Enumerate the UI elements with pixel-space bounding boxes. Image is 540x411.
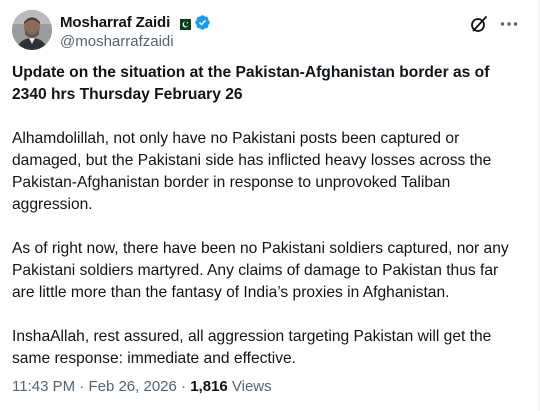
grok-icon[interactable] [469, 14, 489, 34]
display-name[interactable]: Mosharraf Zaidi [60, 14, 170, 31]
name-row: Mosharraf Zaidi [60, 12, 211, 32]
tweet-date[interactable]: Feb 26, 2026 [88, 378, 176, 395]
author-identity: Mosharraf Zaidi @mosharrafzaidi [60, 12, 211, 50]
header-actions [469, 14, 519, 34]
views-label: Views [227, 378, 272, 395]
handle[interactable]: @mosharrafzaidi [60, 33, 211, 50]
tweet-paragraph: InshaAllah, rest assured, all aggression… [12, 328, 492, 367]
tweet-time[interactable]: 11:43 PM [12, 378, 75, 395]
tweet-paragraph: As of right now, there have been no Paki… [12, 240, 509, 301]
tweet-meta: 11:43 PM · Feb 26, 2026 · 1,816 Views [12, 378, 272, 395]
verified-badge-icon[interactable] [194, 14, 211, 31]
tweet-heading: Update on the situation at the Pakistan-… [12, 64, 490, 103]
tweet-card: Mosharraf Zaidi @mosharrafzaidi Update o… [0, 0, 540, 411]
pakistan-flag-icon [175, 17, 192, 30]
meta-separator: · [75, 378, 89, 395]
tweet-paragraph: Alhamdolillah, not only have no Pakistan… [12, 130, 492, 213]
tweet-text: Update on the situation at the Pakistan-… [12, 62, 512, 370]
avatar[interactable] [12, 10, 52, 50]
tweet-header: Mosharraf Zaidi @mosharrafzaidi [12, 10, 527, 54]
meta-separator: · [176, 378, 191, 395]
more-options-icon[interactable] [499, 14, 519, 34]
views-count[interactable]: 1,816 [190, 378, 228, 395]
avatar-image [12, 10, 52, 50]
